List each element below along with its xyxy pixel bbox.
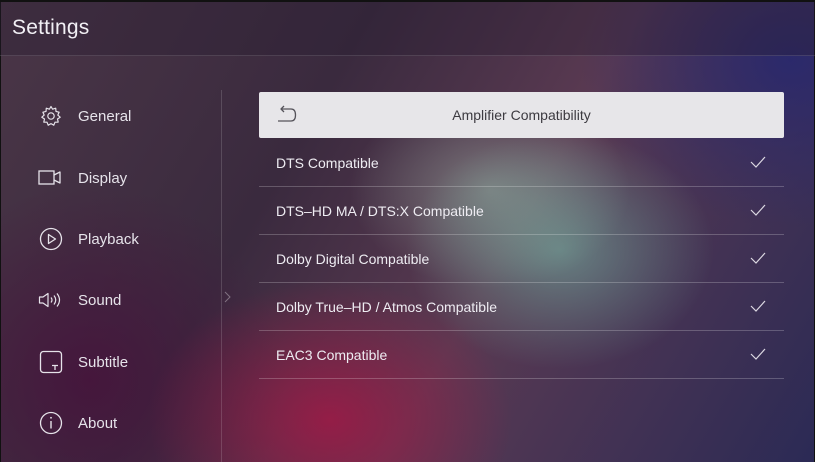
option-label: EAC3 Compatible [276, 346, 388, 363]
option-dts-compatible[interactable]: DTS Compatible [259, 139, 784, 187]
page-title: Settings [12, 16, 90, 39]
back-arrow-icon[interactable] [275, 105, 297, 125]
sidebar-item-display[interactable]: Display [38, 163, 208, 193]
display-icon [38, 165, 64, 191]
check-icon [750, 348, 766, 360]
gear-icon [38, 103, 64, 129]
sidebar-item-about[interactable]: About [38, 408, 208, 438]
option-dolby-truehd-atmos-compatible[interactable]: Dolby True–HD / Atmos Compatible [259, 283, 784, 331]
sidebar: General Display Playback Sound Subtitle … [0, 88, 222, 462]
sidebar-item-playback[interactable]: Playback [38, 224, 208, 254]
check-icon [750, 204, 766, 216]
sidebar-item-general[interactable]: General [38, 101, 208, 131]
option-dolby-digital-compatible[interactable]: Dolby Digital Compatible [259, 235, 784, 283]
panel-title: Amplifier Compatibility [452, 107, 591, 123]
chevron-right-icon [224, 291, 231, 303]
option-dts-hd-ma-dtsx-compatible[interactable]: DTS–HD MA / DTS:X Compatible [259, 187, 784, 235]
subtitle-icon [38, 349, 64, 375]
sidebar-item-sound[interactable]: Sound [38, 285, 208, 315]
sidebar-item-subtitle[interactable]: Subtitle [38, 347, 208, 377]
sidebar-item-label: Playback [78, 230, 139, 248]
info-icon [38, 410, 64, 436]
sidebar-item-label: About [78, 414, 118, 432]
speaker-icon [38, 287, 64, 313]
check-icon [750, 300, 766, 312]
sidebar-item-label: General [78, 107, 132, 125]
option-label: DTS Compatible [276, 154, 379, 171]
panel-header: Amplifier Compatibility [259, 92, 784, 138]
option-eac3-compatible[interactable]: EAC3 Compatible [259, 331, 784, 379]
sidebar-item-label: Sound [78, 291, 122, 309]
sidebar-item-label: Subtitle [78, 353, 129, 371]
option-label: Dolby Digital Compatible [276, 250, 430, 267]
option-label: DTS–HD MA / DTS:X Compatible [276, 202, 484, 219]
check-icon [750, 252, 766, 264]
sidebar-item-label: Display [78, 169, 128, 187]
top-bar: Settings [0, 2, 815, 56]
play-icon [38, 226, 64, 252]
check-icon [750, 156, 766, 168]
option-label: Dolby True–HD / Atmos Compatible [276, 298, 497, 315]
